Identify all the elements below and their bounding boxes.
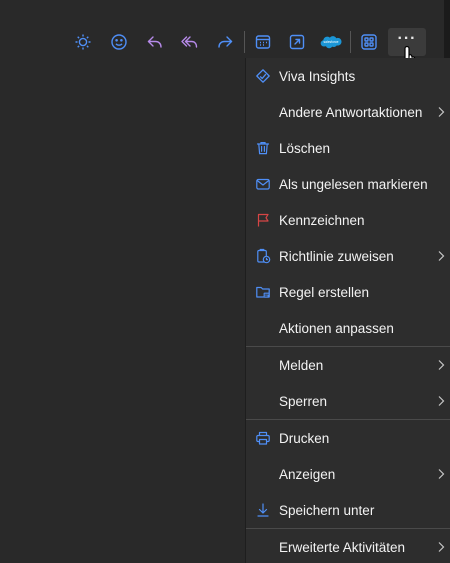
menu-item-label: Sperren — [279, 393, 328, 409]
viva-insights-icon — [254, 67, 272, 85]
envelope-icon — [254, 175, 272, 193]
forward-button[interactable] — [208, 28, 242, 56]
more-actions-menu: Viva Insights Andere Antwortaktionen Lös… — [245, 58, 450, 563]
menu-item-customize-actions[interactable]: Aktionen anpassen — [246, 310, 450, 346]
policy-icon — [254, 247, 272, 265]
menu-item-mark-unread[interactable]: Als ungelesen markieren — [246, 166, 450, 202]
menu-item-create-rule[interactable]: Regel erstellen — [246, 274, 450, 310]
menu-item-print[interactable]: Drucken — [246, 420, 450, 456]
folder-rule-icon — [254, 283, 272, 301]
chevron-right-icon — [438, 542, 445, 552]
emoji-button[interactable] — [102, 28, 136, 56]
menu-item-advanced-activities[interactable]: Erweiterte Aktivitäten — [246, 529, 450, 563]
printer-icon — [254, 429, 272, 447]
apps-button[interactable] — [352, 28, 386, 56]
salesforce-logo-text: salesforce — [323, 40, 338, 44]
chevron-right-icon — [438, 107, 445, 117]
menu-item-label: Löschen — [279, 140, 331, 156]
menu-item-label: Als ungelesen markieren — [279, 176, 428, 192]
menu-item-block[interactable]: Sperren — [246, 383, 450, 419]
menu-item-assign-policy[interactable]: Richtlinie zuweisen — [246, 238, 450, 274]
menu-item-viva-insights[interactable]: Viva Insights — [246, 58, 450, 94]
reply-all-button[interactable] — [173, 28, 207, 56]
download-icon — [254, 501, 272, 519]
trash-icon — [254, 139, 272, 157]
reply-all-icon — [181, 36, 198, 48]
chevron-right-icon — [438, 251, 445, 261]
salesforce-button[interactable]: salesforce — [314, 28, 348, 56]
chevron-right-icon — [438, 469, 445, 479]
sun-icon — [75, 34, 91, 50]
more-options-button[interactable]: ··· — [388, 28, 426, 56]
menu-item-label: Aktionen anpassen — [279, 320, 394, 336]
more-options-icon: ··· — [397, 30, 417, 47]
menu-item-delete[interactable]: Löschen — [246, 130, 450, 166]
menu-item-label: Regel erstellen — [279, 284, 370, 300]
salesforce-icon: salesforce — [320, 36, 342, 49]
menu-item-flag[interactable]: Kennzeichnen — [246, 202, 450, 238]
menu-item-label: Drucken — [279, 430, 330, 446]
chevron-right-icon — [438, 360, 445, 370]
menu-item-other-reply-actions[interactable]: Andere Antwortaktionen — [246, 94, 450, 130]
menu-item-label: Melden — [279, 357, 324, 373]
emoji-icon — [111, 34, 127, 50]
menu-item-label: Anzeigen — [279, 466, 336, 482]
open-in-window-button[interactable] — [280, 28, 314, 56]
calendar-button[interactable] — [246, 28, 280, 56]
menu-item-label: Speichern unter — [279, 502, 375, 518]
menu-item-view[interactable]: Anzeigen — [246, 456, 450, 492]
toolbar-divider — [350, 31, 351, 53]
menu-item-label: Kennzeichnen — [279, 212, 365, 228]
menu-item-label: Erweiterte Aktivitäten — [279, 539, 406, 555]
sun-button[interactable] — [66, 28, 100, 56]
menu-item-label: Andere Antwortaktionen — [279, 104, 423, 120]
chevron-right-icon — [438, 396, 445, 406]
toolbar-divider — [244, 31, 245, 53]
reply-button[interactable] — [138, 28, 172, 56]
forward-icon — [218, 36, 233, 48]
flag-icon — [254, 211, 272, 229]
menu-item-label: Viva Insights — [279, 68, 356, 84]
menu-item-label: Richtlinie zuweisen — [279, 248, 394, 264]
apps-icon — [361, 34, 377, 50]
menu-item-save-as[interactable]: Speichern unter — [246, 492, 450, 528]
calendar-icon — [255, 35, 271, 49]
reply-icon — [147, 36, 162, 48]
menu-item-report[interactable]: Melden — [246, 347, 450, 383]
open-in-window-icon — [289, 34, 305, 50]
